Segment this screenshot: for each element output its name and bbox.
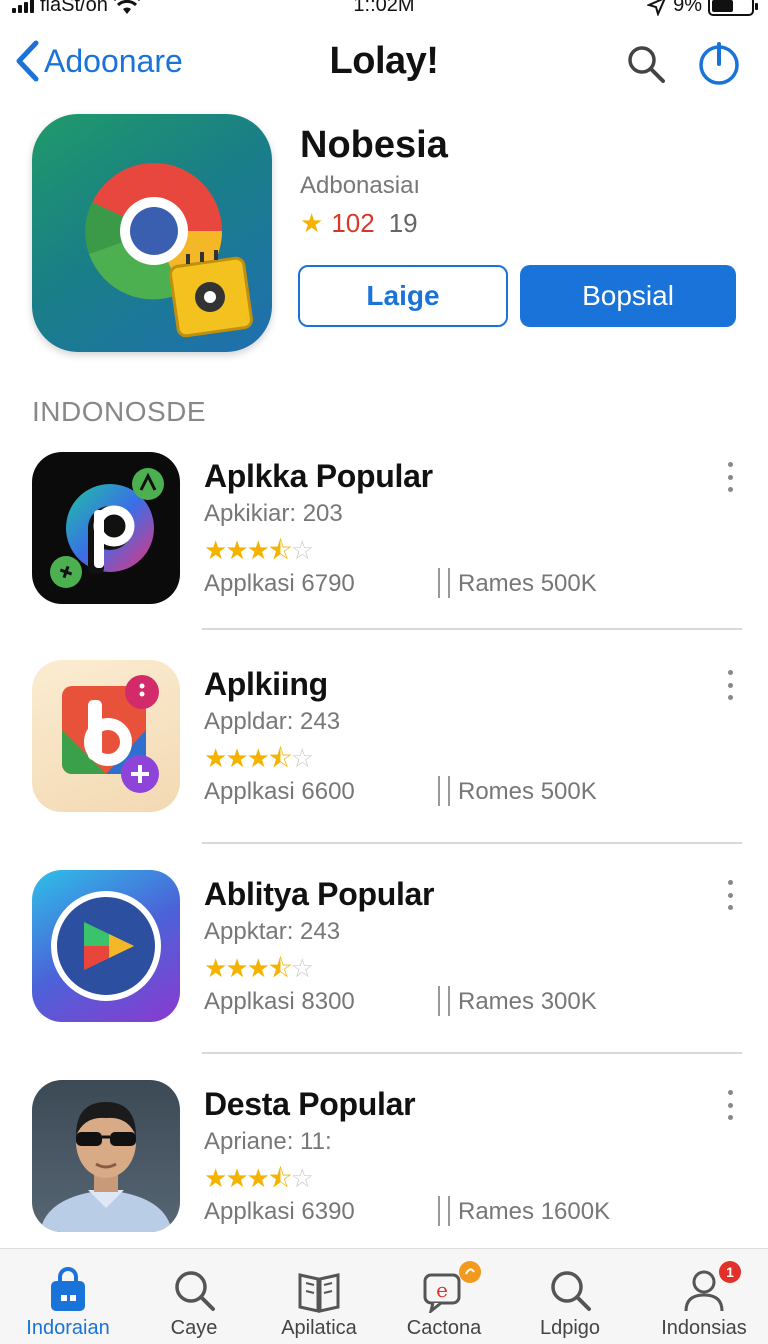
b-logo-icon	[32, 660, 180, 812]
app-title: Aplkiing	[204, 666, 328, 702]
tab-indoraian[interactable]: Indoraian	[6, 1249, 130, 1344]
star-full-icon: ★	[225, 1163, 248, 1193]
search-icon[interactable]	[624, 42, 668, 86]
star-half-icon: ⯪	[267, 953, 293, 983]
tab-label: Apilatica	[281, 1317, 357, 1339]
star-full-icon: ★	[225, 953, 248, 983]
tab-label: Cactona	[406, 1317, 482, 1339]
status-bar: fiaSt/on 1::02M 9%	[0, 0, 768, 22]
power-icon[interactable]	[696, 40, 742, 86]
star-half-icon: ⯪	[267, 535, 293, 565]
star-half-icon: ⯪	[267, 743, 293, 773]
app-title: Desta Popular	[204, 1086, 416, 1122]
app-subtitle: Apkikiar: 203	[204, 500, 343, 527]
avatar-photo-icon	[32, 1080, 180, 1232]
secondary-action-button[interactable]: Laige	[298, 265, 508, 327]
app-subtitle: Appldar: 243	[204, 708, 341, 735]
app-meta-right-text: Romes 500K	[458, 778, 597, 805]
play-logo-icon	[32, 870, 180, 1022]
divider	[202, 842, 742, 844]
more-options-icon[interactable]	[718, 1090, 742, 1120]
featured-app-name: Nobesia	[300, 124, 448, 166]
app-meta-right-text: Rames 1600K	[458, 1198, 611, 1225]
app-meta-left: Applkasi 6600	[204, 778, 355, 805]
app-title: Ablitya Popular	[204, 876, 435, 912]
svg-text:e: e	[436, 1278, 448, 1302]
app-meta-right: Rames 300K	[438, 986, 597, 1016]
more-options-icon[interactable]	[718, 462, 742, 492]
star-empty-icon: ☆	[290, 743, 314, 773]
tab-label: Indoraian	[26, 1317, 110, 1339]
app-subtitle: Apriane: 11:	[204, 1128, 332, 1155]
tab-ldpigo[interactable]: Ldpigo	[508, 1249, 632, 1344]
star-full-icon: ★	[204, 1163, 227, 1193]
app-meta-right: Rames 500K	[438, 568, 597, 598]
more-options-icon[interactable]	[718, 670, 742, 700]
battery-percent: 9%	[673, 0, 702, 16]
tab-indonsias[interactable]: 1 Indonsias	[642, 1249, 766, 1344]
list-item[interactable]: Ablitya Popular Appktar: 243 ★★★⯪☆ Applk…	[0, 870, 768, 1070]
app-meta-right: Rames 1600K	[438, 1196, 611, 1226]
tab-cactona[interactable]: e Cactona	[382, 1249, 506, 1344]
notification-badge: 1	[719, 1261, 741, 1283]
tab-label: Indonsias	[661, 1317, 747, 1339]
app-title: Aplkka Popular	[204, 458, 433, 494]
app-meta-left: Applkasi 6390	[204, 1198, 355, 1225]
featured-app-rating: ★ 102 19	[300, 208, 418, 239]
star-empty-icon: ☆	[290, 535, 314, 565]
primary-action-button[interactable]: Bopsial	[520, 265, 736, 327]
location-arrow-icon	[647, 0, 666, 16]
list-item[interactable]: Aplkka Popular Apkikiar: 203 ★★★⯪☆ Applk…	[0, 452, 768, 652]
section-title: INDONOSDE	[32, 396, 207, 427]
navigation-bar: Adoonare Lolay!	[0, 30, 768, 96]
star-full-icon: ★	[225, 743, 248, 773]
notification-badge	[459, 1261, 481, 1283]
star-full-icon: ★	[246, 1163, 270, 1193]
tab-label: Ldpigo	[539, 1317, 601, 1339]
rating-value: 102	[331, 208, 375, 238]
status-right: 9%	[647, 0, 758, 17]
app-meta-right-text: Rames 300K	[458, 988, 597, 1015]
featured-app-subtitle: Adbonasiaı	[300, 172, 421, 199]
book-icon	[298, 1273, 340, 1313]
star-full-icon: ★	[204, 535, 227, 565]
featured-app-icon[interactable]	[32, 114, 272, 352]
list-item[interactable]: Aplkiing Appldar: 243 ★★★⯪☆ Applkasi 660…	[0, 660, 768, 860]
divider	[202, 628, 742, 630]
app-subtitle: Appktar: 243	[204, 918, 341, 945]
battery-level	[712, 0, 733, 12]
star-full-icon: ★	[246, 743, 270, 773]
shopping-bag-icon	[51, 1267, 85, 1311]
tab-bar: Indoraian Caye Apilatica e Cactona Ldpig…	[0, 1248, 768, 1344]
app-meta-left: Applkasi 6790	[204, 570, 355, 597]
tab-label: Caye	[170, 1317, 218, 1339]
star-icon: ★	[300, 208, 324, 238]
search-icon	[175, 1271, 215, 1311]
app-meta-left: Applkasi 8300	[204, 988, 355, 1015]
star-full-icon: ★	[246, 953, 270, 983]
star-empty-icon: ☆	[290, 1163, 314, 1193]
person-icon: 1	[681, 1261, 741, 1313]
app-meta-right: Romes 500K	[438, 776, 597, 806]
search-icon	[551, 1271, 591, 1311]
more-options-icon[interactable]	[718, 880, 742, 910]
battery-icon	[708, 0, 758, 16]
star-full-icon: ★	[246, 535, 270, 565]
star-full-icon: ★	[225, 535, 248, 565]
chat-icon: e	[421, 1261, 481, 1315]
app-meta-right-text: Rames 500K	[458, 570, 597, 597]
star-half-icon: ⯪	[267, 1163, 293, 1193]
divider	[202, 1052, 742, 1054]
star-full-icon: ★	[204, 953, 227, 983]
p-logo-icon	[32, 452, 180, 604]
star-empty-icon: ☆	[290, 953, 314, 983]
tab-apilatica[interactable]: Apilatica	[257, 1249, 381, 1344]
tab-caye[interactable]: Caye	[132, 1249, 256, 1344]
star-full-icon: ★	[204, 743, 227, 773]
rating-count: 19	[388, 208, 418, 238]
